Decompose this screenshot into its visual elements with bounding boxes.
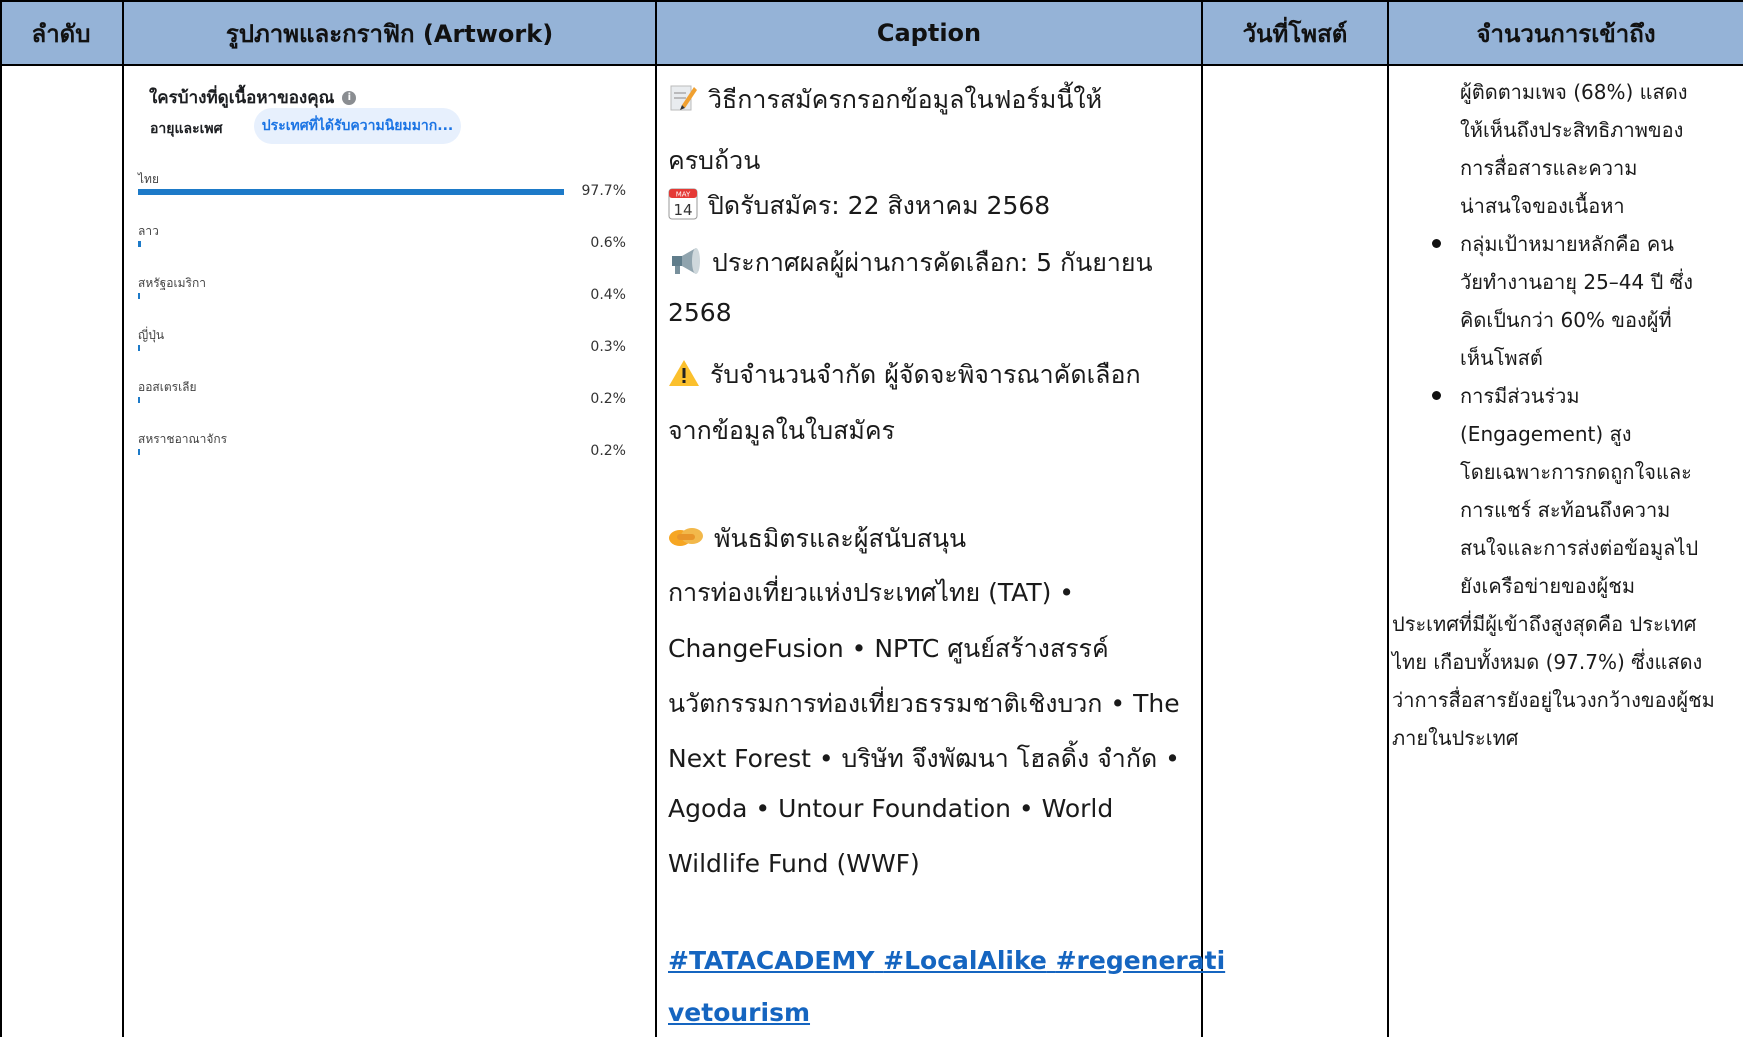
hashtag-link[interactable]: vetourism (668, 998, 810, 1027)
hashtag-link[interactable]: #TATACADEMY (668, 946, 874, 975)
country-percent: 0.2% (590, 443, 626, 459)
reach-text: ไทย เกือบทั้งหมด (97.7%) ซึ่งแสดง (1392, 650, 1703, 674)
caption-line: ChangeFusion • NPTC ศูนย์สร้างสรรค์ (668, 634, 1109, 663)
caption-line: Wildlife Fund (WWF) (668, 849, 920, 878)
country-bar (138, 241, 141, 247)
caption-line: ครบถ้วน (668, 146, 761, 175)
reach-text: ภายในประเทศ (1392, 726, 1519, 750)
country-label: ญี่ปุ่น (138, 328, 165, 342)
country-percent: 0.4% (590, 287, 626, 303)
hashtag-link[interactable]: #regenerati (1056, 946, 1226, 975)
caption-text: รับจำนวนจำกัด ผู้จัดจะพิจารณาคัดเลือก (710, 360, 1141, 389)
reach-text: ผู้ติดตามเพจ (68%) แสดง (1460, 80, 1688, 104)
country-bar (138, 293, 140, 299)
reach-text: วัยทำงานอายุ 25–44 ปี ซึ่ง (1460, 270, 1693, 294)
reach-text: สนใจและการส่งต่อข้อมูลไป (1460, 536, 1699, 560)
header-no: ลำดับ (31, 19, 91, 48)
country-label: ไทย (138, 172, 159, 186)
country-label: ออสเตรเลีย (138, 380, 197, 394)
country-bar (138, 189, 564, 195)
caption-text: ปิดรับสมัคร: 22 สิงหาคม 2568 (708, 191, 1051, 220)
country-bar (138, 345, 140, 351)
reach-text: การแชร์ สะท้อนถึงความ (1460, 498, 1671, 522)
column-divider (655, 0, 657, 1037)
column-divider (122, 0, 124, 1037)
reach-text: การสื่อสารและความ (1460, 156, 1638, 180)
header-reach: จำนวนการเข้าถึง (1476, 19, 1656, 48)
reach-text: การมีส่วนร่วม (1460, 384, 1580, 408)
country-percent: 0.3% (590, 339, 626, 355)
caption-text: วิธีการสมัครกรอกข้อมูลในฟอร์มนี้ให้ (708, 85, 1103, 114)
reach-text: โดยเฉพาะการกดถูกใจและ (1460, 460, 1692, 484)
header-artwork: รูปภาพและกราฟิก (Artwork) (225, 19, 554, 48)
country-label: สหราชอาณาจักร (138, 432, 228, 446)
handshake-icon (668, 524, 704, 556)
country-percent: 0.6% (590, 235, 626, 251)
caption-line: นวัตกรรมการท่องเที่ยวธรรมชาติเชิงบวก • T… (668, 689, 1180, 718)
audience-title-text: ใครบ้างที่ดูเนื้อหาของคุณ (149, 88, 335, 108)
column-divider (1201, 0, 1203, 1037)
tab-age-gender: อายุและเพศ (150, 121, 223, 137)
tab-top-countries: ประเทศที่ได้รับความนิยมมาก... (254, 108, 461, 144)
reach-text: ว่าการสื่อสารยังอยู่ในวงกว้างของผู้ชม (1392, 688, 1715, 712)
caption-line: Agoda • Untour Foundation • World (668, 794, 1114, 823)
reach-text: เห็นโพสต์ (1460, 346, 1543, 370)
caption-line: พันธมิตรและผู้สนับสนุน (668, 519, 966, 559)
audience-panel-title: ใครบ้างที่ดูเนื้อหาของคุณ i (149, 84, 357, 111)
reach-text: น่าสนใจของเนื้อหา (1460, 194, 1625, 218)
hashtag-line: #TATACADEMY #LocalAlike #regenerati (668, 946, 1225, 975)
header-date: วันที่โพสต์ (1242, 19, 1348, 48)
reach-text: ให้เห็นถึงประสิทธิภาพของ (1460, 118, 1684, 142)
country-bar (138, 397, 140, 403)
country-percent: 0.2% (590, 391, 626, 407)
megaphone-icon (668, 245, 702, 283)
calendar-month: MAY (676, 191, 691, 199)
caption-line: การท่องเที่ยวแห่งประเทศไทย (TAT) • (668, 578, 1075, 607)
bullet-icon (1432, 391, 1441, 400)
header-divider (0, 64, 1743, 66)
header-caption: Caption (876, 19, 982, 47)
reach-text: (Engagement) สูง (1460, 422, 1632, 446)
column-divider (1387, 0, 1389, 1037)
bullet-icon (1432, 239, 1441, 248)
caption-line: 2568 (668, 298, 732, 327)
reach-text: ยังเครือข่ายของผู้ชม (1460, 574, 1635, 598)
column-divider (0, 0, 2, 1037)
calendar-icon: MAY 14 (668, 188, 698, 226)
caption-line: MAY 14 ปิดรับสมัคร: 22 สิงหาคม 2568 (668, 186, 1050, 226)
caption-line: จากข้อมูลในใบสมัคร (668, 416, 895, 445)
country-label: สหรัฐอเมริกา (138, 276, 206, 290)
memo-icon (668, 83, 698, 119)
caption-line: ประกาศผลผู้ผ่านการคัดเลือก: 5 กันยายน (668, 243, 1153, 283)
info-icon: i (342, 90, 357, 105)
caption-line: รับจำนวนจำกัด ผู้จัดจะพิจารณาคัดเลือก (668, 355, 1141, 395)
reach-text: ประเทศที่มีผู้เข้าถึงสูงสุดคือ ประเทศ (1392, 612, 1697, 636)
caption-line: Next Forest • บริษัท จึงพัฒนา โฮลดิ้ง จำ… (668, 744, 1180, 773)
caption-text: พันธมิตรและผู้สนับสนุน (714, 524, 967, 553)
country-label: ลาว (138, 224, 159, 238)
caption-line: วิธีการสมัครกรอกข้อมูลในฟอร์มนี้ให้ (668, 80, 1102, 120)
reach-text: คิดเป็นกว่า 60% ของผู้ที่ (1460, 308, 1672, 332)
reach-text: กลุ่มเป้าหมายหลักคือ คน (1460, 232, 1674, 256)
warning-icon (668, 358, 700, 394)
country-bar (138, 449, 140, 455)
caption-text: ประกาศผลผู้ผ่านการคัดเลือก: 5 กันยายน (712, 248, 1153, 277)
country-percent: 97.7% (581, 183, 626, 199)
hashtag-link[interactable]: #LocalAlike (883, 946, 1047, 975)
calendar-day: 14 (673, 201, 692, 219)
